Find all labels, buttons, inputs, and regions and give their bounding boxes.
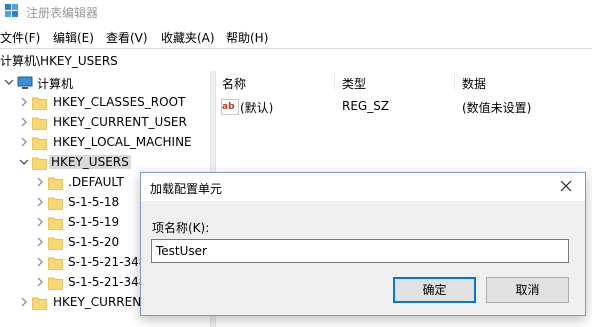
menu-favorites[interactable]: 收藏夹(A) — [161, 29, 215, 46]
dialog-title-bar[interactable]: 加载配置单元 — [141, 173, 585, 201]
column-header-name[interactable]: 名称 — [222, 75, 246, 92]
address-bar[interactable]: 计算机\HKEY_USERS — [0, 48, 592, 72]
folder-icon — [48, 177, 63, 190]
folder-icon — [32, 157, 47, 170]
value-data: (数值未设置) — [462, 101, 532, 115]
menu-bar: 文件(F) 编辑(E) 查看(V) 收藏夹(A) 帮助(H) — [0, 27, 592, 47]
tree-item-computer[interactable]: 计算机 — [0, 73, 210, 93]
menu-file[interactable]: 文件(F) — [0, 29, 40, 46]
tree-item-label: S-1-5-18 — [68, 195, 120, 209]
computer-icon — [17, 76, 33, 89]
folder-icon — [48, 277, 63, 290]
registry-editor-icon — [5, 4, 18, 17]
tree-item-label: HKEY_CURRENT — [53, 295, 149, 309]
folder-icon — [32, 137, 47, 150]
chevron-right-icon[interactable] — [35, 256, 45, 268]
window-title-bar: 注册表编辑器 — [0, 0, 592, 25]
chevron-down-icon[interactable] — [19, 156, 29, 168]
window-title: 注册表编辑器 — [26, 6, 99, 20]
tree-item-hkey-users[interactable]: HKEY_USERS — [0, 153, 210, 173]
tree-item-hkey-current-user[interactable]: HKEY_CURRENT_USER — [0, 113, 210, 133]
folder-icon — [32, 117, 47, 130]
close-icon[interactable] — [559, 179, 573, 193]
cancel-button[interactable]: 取消 — [486, 277, 569, 303]
menu-help[interactable]: 帮助(H) — [226, 29, 268, 46]
tree-item-label: S-1-5-21-348 — [68, 275, 147, 289]
string-value-icon: ab — [221, 99, 239, 115]
tree-item-label: .DEFAULT — [68, 175, 124, 189]
tree-item-label: S-1-5-21-348 — [68, 255, 147, 269]
folder-icon — [48, 237, 63, 250]
tree-item-hkey-local-machine[interactable]: HKEY_LOCAL_MACHINE — [0, 133, 210, 153]
chevron-right-icon[interactable] — [35, 276, 45, 288]
tree-item-label: S-1-5-20 — [68, 235, 120, 249]
load-hive-dialog: 加载配置单元 项名称(K): TestUser 确定 取消 — [140, 172, 586, 316]
column-divider[interactable] — [334, 73, 335, 91]
tree-item-label: HKEY_CURRENT_USER — [53, 115, 187, 129]
key-name-label: 项名称(K): — [152, 221, 210, 235]
value-type: REG_SZ — [342, 99, 390, 113]
address-path: 计算机\HKEY_USERS — [0, 54, 118, 68]
chevron-down-icon[interactable] — [4, 76, 14, 88]
chevron-right-icon[interactable] — [19, 296, 29, 308]
tree-item-label: HKEY_USERS — [49, 155, 131, 169]
dialog-title: 加载配置单元 — [150, 182, 223, 196]
chevron-right-icon[interactable] — [19, 116, 29, 128]
folder-icon — [32, 97, 47, 110]
tree-item-label: HKEY_LOCAL_MACHINE — [53, 135, 192, 149]
chevron-right-icon[interactable] — [19, 96, 29, 108]
chevron-right-icon[interactable] — [19, 136, 29, 148]
column-divider[interactable] — [454, 73, 455, 91]
ok-button[interactable]: 确定 — [393, 277, 476, 303]
folder-icon — [48, 257, 63, 270]
chevron-right-icon[interactable] — [35, 196, 45, 208]
menu-edit[interactable]: 编辑(E) — [53, 29, 94, 46]
column-header-data[interactable]: 数据 — [462, 75, 486, 92]
folder-icon — [32, 297, 47, 310]
folder-icon — [48, 197, 63, 210]
chevron-right-icon[interactable] — [35, 216, 45, 228]
tree-item-label: 计算机 — [37, 77, 74, 91]
chevron-right-icon[interactable] — [35, 236, 45, 248]
tree-item-label: HKEY_CLASSES_ROOT — [53, 95, 186, 109]
tree-item-label: S-1-5-19 — [68, 215, 120, 229]
column-header-type[interactable]: 类型 — [342, 75, 366, 92]
tree-item-hkey-classes-root[interactable]: HKEY_CLASSES_ROOT — [0, 93, 210, 113]
value-name: (默认) — [240, 101, 274, 115]
chevron-right-icon[interactable] — [35, 176, 45, 188]
folder-icon — [48, 217, 63, 230]
menu-view[interactable]: 查看(V) — [106, 29, 148, 46]
key-name-input[interactable]: TestUser — [151, 239, 569, 263]
